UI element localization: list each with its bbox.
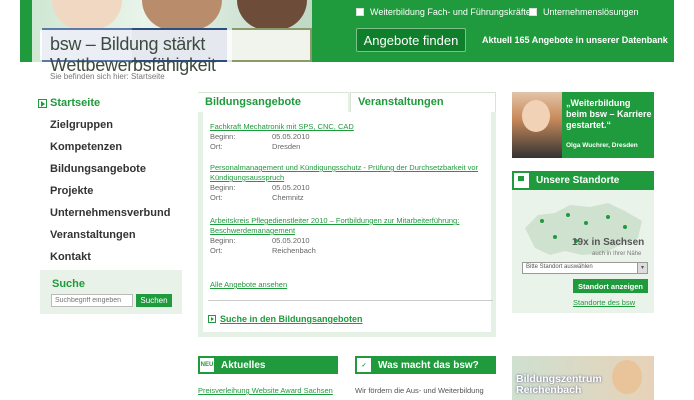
offer-ort-value: Dresden [272,142,301,151]
map-marker[interactable] [623,225,627,229]
breadcrumb: Sie befinden sich hier: Startseite [50,72,165,81]
locations-title: Unsere Standorte [536,175,620,186]
offer-ort-label: Ort: [210,193,223,202]
offer-begin-value: 05.05.2010 [272,132,310,141]
arrow-right-icon [38,98,47,108]
hero-person [52,0,122,30]
offers-panel: Bildungsangebote Veranstaltungen Fachkra… [198,92,496,337]
offer-begin-label: Beginn: [210,236,236,245]
map-marker[interactable] [584,221,588,225]
search-title: Suche [52,278,86,290]
nav-item-label: Startseite [50,97,101,109]
nav-item-bildungsangebote[interactable]: Bildungsangebote [38,158,188,180]
offer-item: Arbeitskreis Pflegedienstleiter 2010 – F… [210,216,495,256]
banner-photo [612,360,642,394]
search-button[interactable]: Suchen [136,294,172,307]
offer-begin-row: Beginn: 05.05.2010 [210,183,495,193]
offer-ort-label: Ort: [210,142,223,151]
search-offers-label: Suche in den Bildungsangeboten [220,314,363,324]
aktuelles-link[interactable]: Preisverleihung Website Award Sachsen [198,386,333,395]
header-banner: bsw – Bildung stärkt Wettbewerbsfähigkei… [20,0,674,75]
tab-bildungsangebote[interactable]: Bildungsangebote [198,92,348,112]
search-input[interactable] [51,294,133,307]
testimonial-quote: „Weiterbildung beim bsw – Karriere gesta… [566,98,652,130]
offer-ort-value: Chemnitz [272,193,304,202]
locations-header: Unsere Standorte [512,171,654,190]
tab-content: Fachkraft Mechatronik mit SPS, CNC, CAD … [198,112,496,337]
offer-count-text: Aktuell 165 Angebote in unserer Datenban… [482,35,668,45]
tab-veranstaltungen[interactable]: Veranstaltungen [350,92,496,112]
was-macht-text: Wir fördern die Aus- und Weiterbildung [355,386,484,395]
site-slogan: bsw – Bildung stärkt Wettbewerbsfähigkei… [40,30,310,75]
main-nav: Startseite Zielgruppen Kompetenzen Bildu… [38,92,188,268]
show-location-button[interactable]: Standort anzeigen [573,279,648,293]
offer-begin-label: Beginn: [210,183,236,192]
offer-begin-value: 05.05.2010 [272,183,310,192]
testimonial-banner[interactable]: „Weiterbildung beim bsw – Karriere gesta… [512,92,654,158]
divider [208,300,493,301]
offer-ort-row: Ort: Dresden [210,142,495,152]
checkbox-unternehmensloesungen[interactable]: Unternehmenslösungen [529,7,639,17]
search-offers-link[interactable]: Suche in den Bildungsangeboten [208,314,363,324]
offer-title-link[interactable]: Personalmanagement und Kündigungsschutz … [210,163,495,183]
checkbox-weiterbildung[interactable]: Weiterbildung Fach- und Führungskräfte [356,7,531,17]
offer-item: Personalmanagement und Kündigungsschutz … [210,163,495,203]
location-select[interactable]: Bitte Standort auswählen ▾ [522,262,648,274]
offer-begin-value: 05.05.2010 [272,236,310,245]
offer-title-link[interactable]: Arbeitskreis Pflegedienstleiter 2010 – F… [210,216,495,236]
offer-ort-row: Ort: Reichenbach [210,246,495,256]
find-offers-button[interactable]: Angebote finden [356,28,466,52]
locations-box: Unsere Standorte 19x in Sachsen auch in … [512,171,654,313]
offer-begin-row: Beginn: 05.05.2010 [210,236,495,246]
offer-begin-label: Beginn: [210,132,236,141]
nav-item-unternehmensverbund[interactable]: Unternehmensverbund [38,202,188,224]
location-select-placeholder: Bitte Standort auswählen [526,264,593,270]
testimonial-photo [512,92,562,158]
nav-item-zielgruppen[interactable]: Zielgruppen [38,114,188,136]
new-badge-icon: NEU [198,356,216,374]
map-marker[interactable] [566,213,570,217]
offer-title-link[interactable]: Fachkraft Mechatronik mit SPS, CNC, CAD [210,122,495,132]
nav-item-kompetenzen[interactable]: Kompetenzen [38,136,188,158]
locations-link[interactable]: Standorte des bsw [573,298,635,307]
nav-item-kontakt[interactable]: Kontakt [38,246,188,268]
checkbox-icon[interactable] [529,8,537,16]
offer-ort-row: Ort: Chemnitz [210,193,495,203]
locations-count: 19x in Sachsen [572,237,645,248]
nav-item-projekte[interactable]: Projekte [38,180,188,202]
flag-icon [512,171,531,190]
offer-item: Fachkraft Mechatronik mit SPS, CNC, CAD … [210,122,495,152]
aktuelles-title: Aktuelles [221,359,266,371]
chevron-down-icon[interactable]: ▾ [637,263,647,273]
map-marker[interactable] [540,219,544,223]
bildungszentrum-title: Bildungszentrum Reichenbach [516,374,602,396]
was-macht-header: ✓ Was macht das bsw? [355,356,496,374]
offer-ort-value: Reichenbach [272,246,316,255]
checkbox-icon[interactable] [356,8,364,16]
locations-subtitle: auch in Ihrer Nähe [592,251,642,257]
hero-person [142,0,222,30]
testimonial-face [522,100,550,132]
page: bsw – Bildung stärkt Wettbewerbsfähigkei… [20,0,674,400]
checkbox-label: Unternehmenslösungen [543,7,639,17]
arrow-right-icon [208,315,216,323]
nav-item-startseite[interactable]: Startseite [38,92,188,114]
checkbox-label: Weiterbildung Fach- und Führungskräfte [370,7,531,17]
hero-person [237,0,307,30]
aktuelles-header: NEU Aktuelles [198,356,338,374]
testimonial-name: Olga Wuchrer, Dresden [566,142,638,149]
was-macht-title: Was macht das bsw? [378,359,479,371]
handshake-icon: ✓ [355,356,373,374]
map-marker[interactable] [606,215,610,219]
all-offers-link[interactable]: Alle Angebote ansehen [210,280,287,289]
offer-begin-row: Beginn: 05.05.2010 [210,132,495,142]
offer-ort-label: Ort: [210,246,223,255]
bildungszentrum-line2: Reichenbach [516,384,582,396]
map-marker[interactable] [553,235,557,239]
search-box: Suche Suchen [40,270,182,314]
bildungszentrum-banner[interactable]: Bildungszentrum Reichenbach [512,356,654,400]
nav-item-veranstaltungen[interactable]: Veranstaltungen [38,224,188,246]
